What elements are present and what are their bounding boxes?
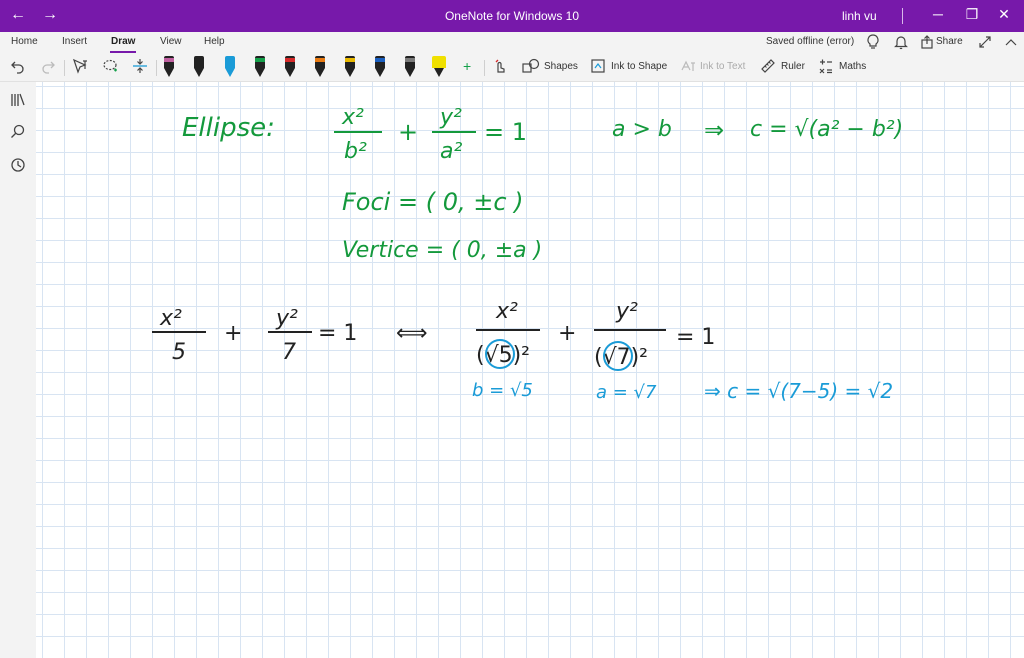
ink-rewritten-equation: x² (√5)² + y² (√7)²: [476, 299, 666, 371]
ink-ellipse-label: Ellipse:: [182, 113, 275, 143]
svg-text:+: +: [224, 321, 242, 346]
ink-implies: ⇒: [704, 116, 724, 144]
notebooks-icon[interactable]: [10, 92, 26, 111]
tab-view[interactable]: View: [160, 36, 182, 47]
pen-blue-selected[interactable]: [223, 56, 237, 80]
svg-text:b²: b²: [344, 139, 367, 164]
ink-foci: Foci = ( 0, ±c ): [342, 188, 524, 216]
touch-drawing-icon[interactable]: [492, 58, 508, 77]
ink-condition: a > b: [612, 117, 672, 142]
lasso-icon[interactable]: [102, 58, 118, 77]
restore-icon[interactable]: ❐: [962, 6, 982, 23]
ink-vertice: Vertice = ( 0, ±a ): [342, 238, 542, 263]
minimize-icon[interactable]: ─: [928, 6, 948, 22]
pen-pink[interactable]: [162, 56, 176, 80]
pen-black[interactable]: [192, 56, 206, 80]
pen-navy[interactable]: [373, 56, 387, 80]
recent-icon[interactable]: [10, 157, 26, 176]
note-canvas[interactable]: Ellipse: x² b² + y² a² = 1 a > b ⇒ c = √…: [36, 82, 1024, 658]
tab-home[interactable]: Home: [11, 36, 38, 47]
svg-text:x²: x²: [341, 105, 364, 130]
draw-toolbar: + Shapes Ink to Shape Ink to Text Ruler …: [0, 54, 1024, 82]
expand-icon[interactable]: [978, 34, 992, 53]
title-bar: ← → OneNote for Windows 10 linh vu ─ ❐ ✕: [0, 0, 1024, 32]
svg-text:y²: y²: [275, 306, 298, 331]
add-space-icon[interactable]: [132, 58, 148, 77]
svg-text:(√7)²: (√7)²: [594, 345, 648, 370]
undo-icon[interactable]: [10, 58, 26, 77]
search-icon[interactable]: [10, 124, 26, 143]
tab-help[interactable]: Help: [204, 36, 225, 47]
svg-text:y²: y²: [439, 105, 462, 130]
shapes-label[interactable]: Shapes: [544, 61, 578, 72]
share-icon[interactable]: [920, 34, 934, 53]
title-separator: [902, 8, 903, 24]
svg-text:x²: x²: [159, 306, 182, 331]
maths-icon[interactable]: [818, 58, 834, 77]
svg-text:= 1: = 1: [318, 321, 357, 346]
svg-text:(√5)²: (√5)²: [476, 343, 530, 368]
ink-equivalent: ⟺: [396, 321, 428, 346]
toolbar-divider: [64, 60, 65, 76]
ink-ellipse-equation: x² b² + y² a² = 1: [334, 105, 527, 164]
tab-insert[interactable]: Insert: [62, 36, 87, 47]
ink-b-value: b = √5: [472, 380, 533, 401]
add-pen-icon[interactable]: +: [463, 58, 471, 74]
ink-to-text-label[interactable]: Ink to Text: [700, 61, 745, 72]
svg-text:7: 7: [282, 340, 296, 365]
ribbon-tabs: Home Insert Draw View Help Saved offline…: [0, 32, 1024, 54]
nav-sidebar: [0, 82, 36, 658]
redo-icon[interactable]: [40, 58, 56, 77]
ink-to-text-icon[interactable]: [680, 58, 696, 77]
user-name[interactable]: linh vu: [842, 9, 877, 23]
toolbar-divider: [156, 60, 157, 76]
maths-label[interactable]: Maths: [839, 61, 866, 72]
svg-text:x²: x²: [495, 299, 518, 324]
tab-draw[interactable]: Draw: [111, 36, 135, 47]
ink-layer: Ellipse: x² b² + y² a² = 1 a > b ⇒ c = √…: [152, 105, 903, 403]
bell-icon[interactable]: [894, 34, 908, 53]
ink-a-value: a = √7: [596, 382, 657, 403]
ink-c-result: ⇒ c = √(7−5) = √2: [704, 379, 893, 403]
ink-to-shape-label[interactable]: Ink to Shape: [611, 61, 667, 72]
pen-green[interactable]: [253, 56, 267, 80]
shapes-icon[interactable]: [522, 58, 540, 77]
svg-text:a²: a²: [440, 139, 462, 164]
ruler-label[interactable]: Ruler: [781, 61, 805, 72]
svg-text:y²: y²: [615, 299, 638, 324]
close-icon[interactable]: ✕: [994, 6, 1014, 23]
sync-status[interactable]: Saved offline (error): [766, 36, 854, 47]
ink-equals-one: = 1: [676, 325, 715, 350]
collapse-icon[interactable]: [1004, 34, 1018, 53]
toolbar-divider: [484, 60, 485, 76]
active-tab-indicator: [110, 51, 136, 53]
pen-yellow[interactable]: [343, 56, 357, 80]
ruler-icon[interactable]: [760, 58, 776, 77]
ink-to-shape-icon[interactable]: [590, 58, 606, 77]
pen-orange[interactable]: [313, 56, 327, 80]
ink-given-equation: x² 5 + y² 7 = 1: [152, 306, 357, 365]
type-select-icon[interactable]: [72, 58, 88, 77]
svg-text:+: +: [558, 321, 576, 346]
svg-text:+: +: [398, 118, 418, 146]
svg-text:= 1: = 1: [484, 118, 527, 146]
share-button[interactable]: Share: [936, 36, 963, 47]
highlighter-yellow[interactable]: [432, 56, 446, 80]
pen-red[interactable]: [283, 56, 297, 80]
pen-gray[interactable]: [403, 56, 417, 80]
ink-c-formula: c = √(a² − b²): [750, 117, 903, 142]
svg-text:5: 5: [172, 340, 186, 365]
lightbulb-icon[interactable]: [866, 34, 880, 53]
